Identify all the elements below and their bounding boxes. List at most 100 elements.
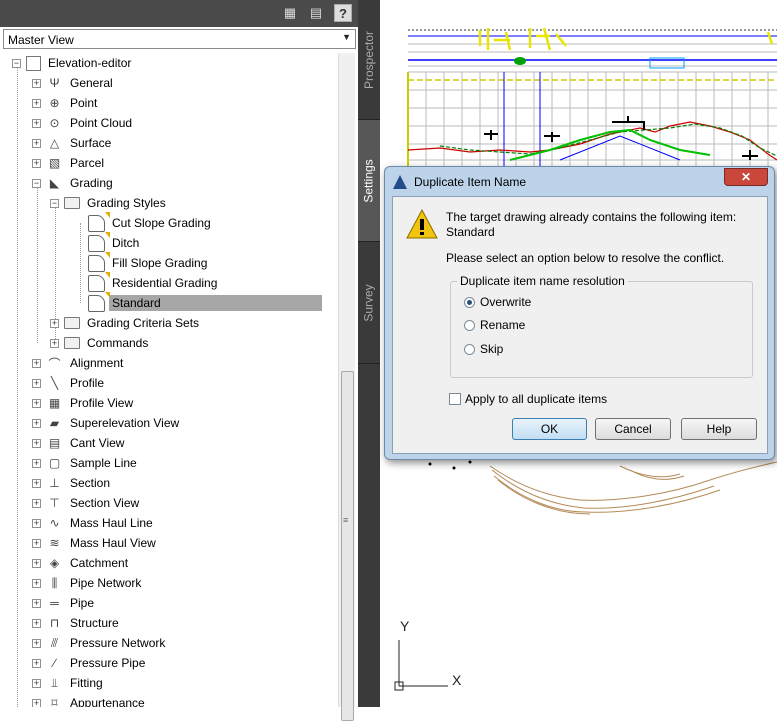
expand-icon[interactable]: + <box>32 638 41 648</box>
expand-icon[interactable]: + <box>50 338 59 348</box>
tree-scrollbar[interactable] <box>338 53 355 721</box>
style-flag-icon <box>105 251 110 258</box>
expand-icon[interactable]: + <box>32 678 41 688</box>
expand-icon[interactable]: + <box>50 318 59 328</box>
tree-item[interactable]: + ⊤ Section View <box>32 493 142 513</box>
appurtenance-icon: ⌑ <box>51 696 58 707</box>
tree-item[interactable]: + ⫻ Pressure Network <box>32 633 168 653</box>
expand-icon[interactable]: + <box>32 558 41 568</box>
settings-tree: − Elevation-editor + Ψ General + ⊕ Point + ⊙ Point… <box>0 53 338 707</box>
radio-skip[interactable]: Skip <box>464 342 503 356</box>
help-button[interactable]: Help <box>681 418 757 440</box>
radio-overwrite-label: Overwrite <box>480 295 532 309</box>
tree-item-label: Superelevation View <box>70 416 180 430</box>
expand-icon[interactable]: + <box>32 78 41 88</box>
expand-icon[interactable]: + <box>32 138 41 148</box>
expand-icon[interactable]: + <box>32 498 41 508</box>
collapse-icon[interactable]: − <box>50 198 59 208</box>
tree-item[interactable]: − Elevation-editor <box>12 53 134 73</box>
ok-button[interactable]: OK <box>512 418 587 440</box>
tree-item-label: Profile View <box>70 396 134 410</box>
tree-item[interactable]: + ⌒ Alignment <box>32 353 126 373</box>
expand-icon[interactable]: + <box>32 618 41 628</box>
tree-item[interactable]: − ◣ Grading <box>32 173 116 193</box>
tree-item[interactable]: + Commands <box>50 333 151 353</box>
style-flag-icon <box>105 271 110 278</box>
expand-icon[interactable]: + <box>32 598 41 608</box>
tree-item[interactable]: Fill Slope Grading <box>74 251 210 273</box>
apply-to-all-box[interactable] <box>449 393 461 405</box>
collapse-icon[interactable]: − <box>12 58 21 68</box>
tree-item-label: Structure <box>70 616 119 630</box>
tree-item[interactable]: + ▰ Superelevation View <box>32 413 182 433</box>
expand-icon[interactable]: + <box>32 518 41 528</box>
dialog-title-bar[interactable]: Duplicate Item Name <box>393 172 526 192</box>
expand-icon[interactable]: + <box>32 118 41 128</box>
point-icon: ⊕ <box>49 96 60 110</box>
tree-item[interactable]: Cut Slope Grading <box>74 211 214 233</box>
expand-icon[interactable]: + <box>32 378 41 388</box>
tree-item[interactable]: + ⊕ Point <box>32 93 100 113</box>
tree-item[interactable]: + △ Surface <box>32 133 114 153</box>
expand-icon[interactable]: + <box>32 478 41 488</box>
tab-survey[interactable]: Survey <box>358 242 380 364</box>
radio-overwrite[interactable]: Overwrite <box>464 295 531 309</box>
sample-line-icon: ▢ <box>48 456 61 470</box>
expand-icon[interactable]: + <box>32 158 41 168</box>
tree-item[interactable]: + ⊓ Structure <box>32 613 122 633</box>
tree-item[interactable]: + ▢ Sample Line <box>32 453 140 473</box>
tree-item[interactable]: + ▦ Profile View <box>32 393 136 413</box>
tree-display-icon[interactable]: ▦ <box>281 4 299 22</box>
tree-item-label: General <box>70 76 113 90</box>
tree-item[interactable]: + Ψ General <box>32 73 116 93</box>
expand-icon[interactable]: + <box>32 458 41 468</box>
expand-icon[interactable]: + <box>32 398 41 408</box>
expand-icon[interactable]: + <box>32 538 41 548</box>
item-view-icon[interactable]: ▤ <box>307 4 325 22</box>
tree-item[interactable]: + ≋ Mass Haul View <box>32 533 159 553</box>
collapse-icon[interactable]: − <box>32 178 41 188</box>
radio-overwrite-indicator[interactable] <box>464 296 475 308</box>
tree-item[interactable]: + ⫼ Pipe Network <box>32 573 144 593</box>
expand-icon[interactable]: + <box>32 578 41 588</box>
tree-item[interactable]: + ⫫ Fitting <box>32 673 106 693</box>
tree-item-label: Point <box>70 96 98 110</box>
tree-item[interactable]: + ▧ Parcel <box>32 153 107 173</box>
expand-icon[interactable]: + <box>32 438 41 448</box>
fitting-icon: ⫫ <box>51 675 58 690</box>
tree-item[interactable]: + ⊥ Section <box>32 473 113 493</box>
expand-icon[interactable]: + <box>32 98 41 108</box>
cancel-button[interactable]: Cancel <box>595 418 671 440</box>
tree-item[interactable]: + ∕ Pressure Pipe <box>32 653 148 673</box>
tree-item[interactable]: Standard <box>74 291 322 313</box>
radio-skip-indicator[interactable] <box>464 343 475 355</box>
message-line-1: The target drawing already contains the … <box>446 210 737 224</box>
apply-to-all-checkbox[interactable]: Apply to all duplicate items <box>449 392 607 406</box>
tree-item[interactable]: + ∿ Mass Haul Line <box>32 513 156 533</box>
tab-settings[interactable]: Settings <box>358 120 380 242</box>
tree-item[interactable]: + Grading Criteria Sets <box>50 313 202 333</box>
view-selector-dropdown[interactable]: Master View ▼ <box>3 29 356 49</box>
scrollbar-thumb[interactable] <box>341 371 354 721</box>
tree-item[interactable]: + ═ Pipe <box>32 593 97 613</box>
radio-rename-indicator[interactable] <box>464 319 475 331</box>
close-button[interactable]: ✕ <box>724 168 768 186</box>
help-icon[interactable]: ? <box>334 4 352 22</box>
tree-item[interactable]: Residential Grading <box>74 271 220 293</box>
tree-item[interactable]: + ⊙ Point Cloud <box>32 113 135 133</box>
tree-item[interactable]: + ▤ Cant View <box>32 433 127 453</box>
style-icon <box>88 291 110 312</box>
tree-item[interactable]: − Grading Styles <box>50 193 169 213</box>
tree-item-label: Sample Line <box>70 456 137 470</box>
radio-rename[interactable]: Rename <box>464 318 525 332</box>
expand-icon[interactable]: + <box>32 658 41 668</box>
tree-item[interactable]: + ╲ Profile <box>32 373 107 393</box>
tree-item-label: Elevation-editor <box>48 56 132 70</box>
tree-item[interactable]: + ⌑ Appurtenance <box>32 693 148 707</box>
expand-icon[interactable]: + <box>32 358 41 368</box>
expand-icon[interactable]: + <box>32 698 41 707</box>
tree-item[interactable]: Ditch <box>74 231 142 253</box>
expand-icon[interactable]: + <box>32 418 41 428</box>
tab-prospector[interactable]: Prospector <box>358 0 380 120</box>
tree-item[interactable]: + ◈ Catchment <box>32 553 131 573</box>
